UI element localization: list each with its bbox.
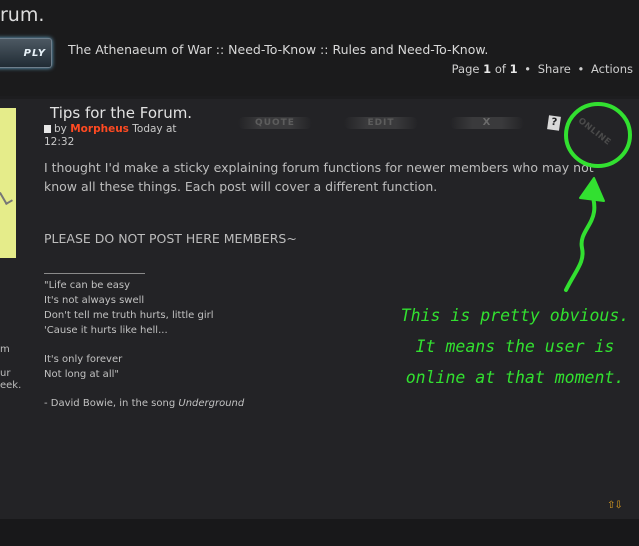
quote-button[interactable]: QUOTE [238,117,312,129]
post-date: Today at [132,123,177,135]
actions-link[interactable]: Actions [591,62,633,76]
page-title: rum. [0,4,45,26]
annotation-line: online at that moment. [405,368,625,387]
avatar-mark [0,188,13,206]
signature-line: "Life can be easy [44,280,131,291]
signature-line: 'Cause it hurts like hell... [44,325,168,336]
post-warning-text: PLEASE DO NOT POST HERE MEMBERS~ [44,231,297,246]
post-content: I thought I'd make a sticky explaining f… [44,158,624,196]
profile-text-fragment: m [0,344,10,355]
profile-text-fragment: eek. [0,380,22,391]
post-by: by [54,123,67,135]
author-link[interactable]: Morpheus [70,123,129,135]
quote-label: QUOTE [255,118,295,128]
edit-button[interactable]: EDIT [344,117,418,129]
pagination-of: of [494,62,506,76]
post-reply-label: PLY [23,47,46,59]
pagination-total: 1 [509,62,518,76]
signature-line: Don't tell me truth hurts, little girl [44,310,214,321]
signature-line: It's only forever [44,354,123,365]
delete-button[interactable]: X [450,117,524,129]
post-text: I thought I'd make a sticky explaining f… [44,160,594,194]
separator: • [524,62,532,76]
signature-divider [44,273,145,274]
post-time: 12:32 [44,136,75,148]
signature-line: It's not always swell [44,295,145,306]
separator: • [577,62,585,76]
post-meta: by Morpheus Today at 12:32 [44,123,177,149]
pagination-prefix: Page [451,62,480,76]
report-button[interactable]: ? [547,115,561,131]
signature: "Life can be easy It's not always swell … [44,278,244,411]
annotation-note: This is pretty obvious. It means the use… [398,300,632,393]
profile-text-fragment: ur [0,368,11,379]
pagination-current: 1 [483,62,492,76]
breadcrumb[interactable]: The Athenaeum of War :: Need-To-Know :: … [68,42,488,57]
avatar[interactable] [0,108,16,258]
post-footer-bar [0,519,639,546]
annotation-line: This is pretty obvious. [400,306,630,325]
delete-label: X [482,117,492,128]
annotation-line: It means the user is [415,337,615,356]
page-navigation: Page 1 of 1 • Share • Actions [452,62,633,76]
signature-line: Not long at all" [44,369,119,380]
share-link[interactable]: Share [538,62,571,76]
credit-prefix: - David Bowie, in the song [44,398,176,409]
post-reply-button[interactable]: PLY [0,38,52,68]
scroll-top-bottom-icon[interactable]: ⇧⇩ [607,500,623,511]
signature-credit: - David Bowie, in the song Underground [44,396,244,411]
document-icon [44,125,51,133]
credit-song: Underground [178,398,245,409]
post-title[interactable]: Tips for the Forum. [50,104,192,122]
edit-label: EDIT [367,118,395,128]
